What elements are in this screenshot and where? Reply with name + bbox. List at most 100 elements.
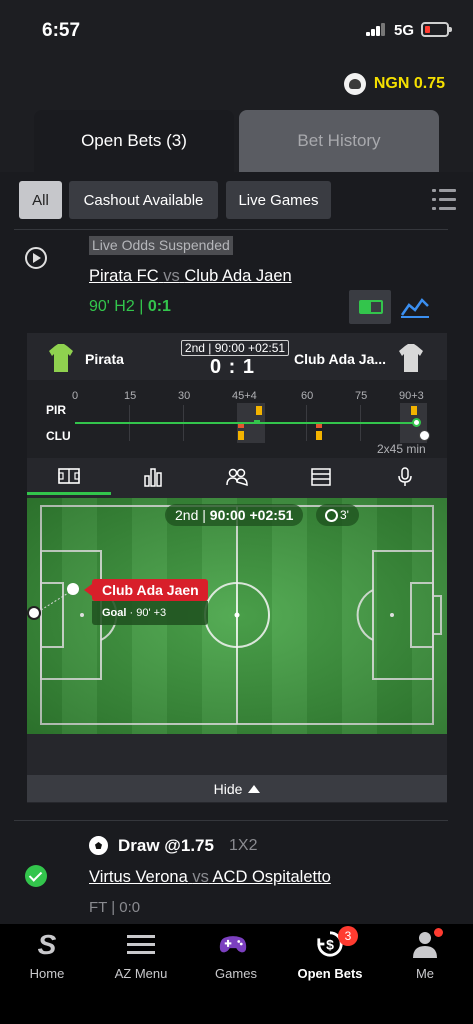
filter-all[interactable]: All [19,181,62,219]
timeline-tick: 30 [178,390,191,402]
status-bar: 6:57 5G [0,0,473,60]
filter-live-games[interactable]: Live Games [226,181,331,219]
svg-text:S: S [38,930,57,958]
filter-cashout-available[interactable]: Cashout Available [69,181,218,219]
table-icon [311,468,331,486]
nav-label: AZ Menu [114,966,168,981]
caret-up-icon [248,784,261,793]
timeline-tick: 60 [301,390,314,402]
nav-home[interactable]: S Home [0,924,94,994]
match-score: 0:1 [147,298,171,315]
divider [14,820,448,821]
pitch-icon [58,467,80,484]
nav-open-bets[interactable]: $ 3 Open Bets [283,924,377,994]
signal-icon [366,22,388,36]
timeline-tick: 90+3 [399,390,424,402]
hide-label: Hide [213,780,243,797]
balance-amount: NGN 0.75 [373,75,445,92]
balance-display[interactable]: NGN 0.75 [343,72,445,96]
tab-open-bets[interactable]: Open Bets (3) [34,110,234,172]
event-type: Goal [102,607,127,619]
match-time: 90' H2 | [89,298,144,315]
match-title-link[interactable]: Virtus Verona vs ACD Ospitaletto [89,868,331,887]
hide-tracker-button[interactable]: Hide [27,775,447,802]
sportybet-logo-icon: S [38,930,57,958]
away-event-marker [238,424,244,428]
match-title-link[interactable]: Pirata FC vs Club Ada Jaen [89,267,292,286]
bet-selection: Draw @1.75 [118,836,214,855]
play-icon[interactable] [25,247,47,269]
away-team: ACD Ospitaletto [212,868,331,886]
nav-label: Me [415,966,435,981]
home-event-marker [256,406,262,415]
battery-icon [421,22,452,37]
bottom-navigation: S Home AZ Menu Games $ 3 Open Bets Me [0,924,473,1024]
check-circle-icon [25,865,47,887]
tab-pitch[interactable] [27,459,111,495]
pitch-period: 2nd [175,507,199,523]
timeline-end-marker [412,418,421,427]
tab-stats[interactable] [111,459,195,495]
away-event-marker [316,424,322,428]
home-team-short: Pirata [85,351,124,367]
players-icon [226,468,248,486]
home-team: Virtus Verona [89,868,188,886]
bar-chart-icon [144,468,162,487]
event-time: · 90' +3 [129,607,167,619]
hamburger-menu-icon [127,935,155,954]
svg-text:$: $ [326,937,334,953]
timeline-tick: 75 [355,390,368,402]
match-duration: 2x45 min [377,442,426,456]
soccer-ball-icon [27,606,41,620]
substitution-marker [254,420,260,424]
event-detail: Goal · 90' +3 [92,601,208,625]
home-jersey-icon [49,344,73,372]
network-label: 5G [394,22,415,39]
event-location-dot [67,583,79,595]
timeline-progress [75,422,417,424]
away-team: Club Ada Jaen [184,267,292,285]
nav-az-menu[interactable]: AZ Menu [94,924,188,994]
tracker-score: 0 : 1 [210,356,256,378]
nav-me[interactable]: Me [378,924,472,994]
pitch-view-icon [359,300,383,314]
live-tracker-toggle[interactable] [349,290,391,324]
microphone-icon [398,467,412,486]
pitch-time: 90:00 +02:51 [209,507,294,523]
tab-bet-history[interactable]: Bet History [239,110,439,172]
match-status: 90' H2 | 0:1 [89,298,171,316]
home-event-marker [411,406,417,415]
tracker-tabs [27,459,447,495]
tab-commentary[interactable] [363,459,447,495]
nav-games[interactable]: Games [189,924,283,994]
pitch-view [27,498,447,734]
away-event-marker [238,431,244,440]
status-time: 6:57 [42,20,81,41]
vs-label: vs [163,267,180,285]
tab-lineups[interactable] [195,459,279,495]
timeline-tick: 0 [72,390,79,402]
home-team: Pirata FC [89,267,159,285]
divider [14,229,448,230]
match-result: FT | 0:0 [89,899,141,916]
away-event-marker [316,431,322,440]
soccer-ball-icon [89,836,108,855]
timeline-row-away: CLU [46,429,71,443]
timeline-tick: 15 [124,390,137,402]
odds-suspended-label: Live Odds Suspended [89,236,233,255]
gamepad-icon [219,936,247,953]
tab-standings[interactable] [279,459,363,495]
away-team-short: Club Ada Ja... [294,351,387,367]
event-team: Club Ada Jaen [84,579,208,601]
nav-label: Home [29,966,65,981]
notification-dot [434,928,443,937]
pitch-period-time: 2nd | 90:00 +02:51 [165,504,304,526]
stats-chart-icon[interactable] [400,295,430,319]
timer-value: 3' [340,508,349,522]
timeline-row-home: PIR [46,403,67,417]
bet-market: 1X2 [229,837,258,854]
goal-ball-icon [419,430,430,441]
list-menu-icon[interactable] [432,189,456,211]
bet-tabs: Open Bets (3) Bet History [34,110,439,172]
vs-label: vs [192,868,209,886]
